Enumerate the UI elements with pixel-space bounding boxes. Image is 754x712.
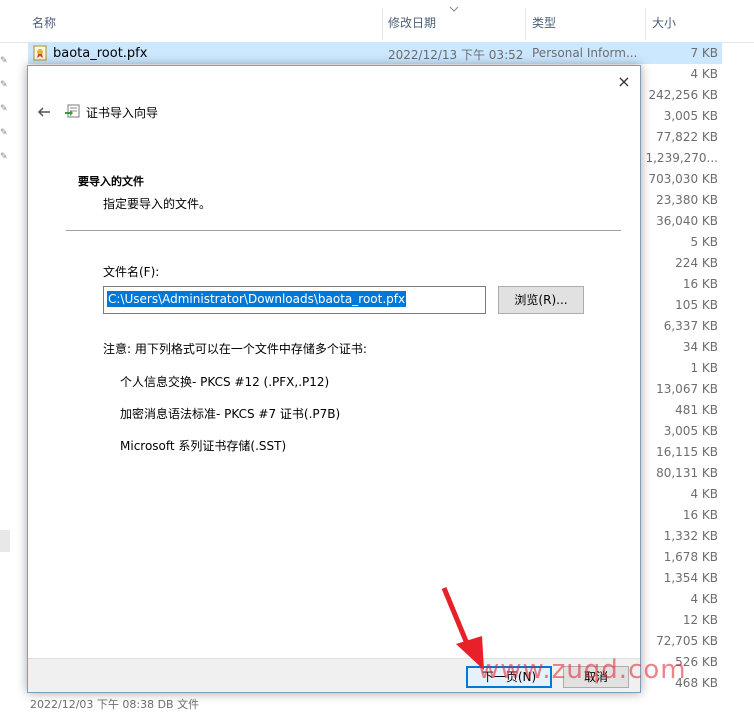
file-size-cell: 1,332 KB [663,529,718,543]
format-pkcs7: 加密消息语法标准- PKCS #7 证书(.P7B) [120,407,341,421]
column-size[interactable]: 大小 [652,14,676,31]
file-size-cell: 80,131 KB [656,466,718,480]
section-description: 指定要导入的文件。 [103,197,212,211]
file-size-cell: 5 KB [690,235,718,249]
pin-icon: ✎ [0,152,8,162]
file-size-cell: 16,115 KB [656,445,718,459]
watermark-text: www.zuqd.com [478,655,687,685]
file-size-cell: 13,067 KB [656,382,718,396]
column-modified[interactable]: 修改日期 [388,14,436,31]
file-size-cell: 703,030 KB [648,172,718,186]
file-size-cell: 23,380 KB [656,193,718,207]
pin-icon: ✎ [0,128,8,138]
formats-note: 注意: 用下列格式可以在一个文件中存储多个证书: [103,342,367,356]
file-size-cell: 1,354 KB [663,571,718,585]
certificate-file-icon [33,45,47,61]
file-size-column: 4 KB 242,256 KB 3,005 KB 77,822 KB 1,239,270… [645,64,718,694]
selected-file-name: baota_root.pfx [53,46,148,61]
format-pkcs12: 个人信息交换- PKCS #12 (.PFX,.P12) [120,375,330,389]
file-size-cell: 3,005 KB [663,109,718,123]
file-size-cell: 1 KB [690,361,718,375]
column-header: 名称 修改日期 类型 大小 [0,0,754,43]
header-divider [66,230,621,231]
close-icon[interactable]: × [614,72,634,92]
file-size-cell: 4 KB [690,487,718,501]
file-size-cell: 16 KB [682,508,718,522]
wizard-title: 证书导入向导 [86,106,159,120]
file-size-cell: 4 KB [690,592,718,606]
selected-file-type: Personal Inform... [532,46,638,60]
certificate-wizard-icon [65,104,80,118]
file-size-cell: 481 KB [675,403,718,417]
file-name-value: C:\Users\Administrator\Downloads\baota_r… [107,291,407,307]
file-name-label: 文件名(F): [103,265,160,279]
pin-icon: ✎ [0,56,8,66]
file-size-cell: 36,040 KB [656,214,718,228]
quick-access-pins: ✎ ✎ ✎ ✎ ✎ [0,56,12,176]
browse-button[interactable]: 浏览(R)... [498,286,584,314]
certificate-import-wizard-dialog: × 证书导入向导 要导入的文件 指定要导入的文件。 文件名(F): C:\Use… [27,65,641,693]
file-size-cell: 4 KB [690,67,718,81]
pin-icon: ✎ [0,104,8,114]
nav-pane-scroll-thumb[interactable] [0,530,10,552]
selected-file-modified: 2022/12/13 下午 03:52 [388,48,524,62]
file-size-cell: 6,337 KB [663,319,718,333]
bottom-partial-row: 2022/12/03 下午 08:38 DB 文件 [30,698,200,711]
file-size-cell: 16 KB [682,277,718,291]
selected-file-size: 7 KB [690,46,718,60]
format-sst: Microsoft 系列证书存储(.SST) [120,439,287,453]
column-name[interactable]: 名称 [32,14,56,31]
pin-icon: ✎ [0,80,8,90]
column-type[interactable]: 类型 [532,14,556,31]
file-size-cell: 224 KB [675,256,718,270]
file-name-input[interactable]: C:\Users\Administrator\Downloads\baota_r… [103,286,486,314]
file-size-cell: 77,822 KB [656,130,718,144]
file-size-cell: 34 KB [682,340,718,354]
file-size-cell: 105 KB [675,298,718,312]
section-title: 要导入的文件 [78,175,144,188]
file-size-cell: 1,239,270... [645,151,718,165]
file-size-cell: 1,678 KB [663,550,718,564]
file-size-cell: 72,705 KB [656,634,718,648]
file-size-cell: 3,005 KB [663,424,718,438]
file-size-cell: 12 KB [682,613,718,627]
sort-chevron-icon [449,6,459,12]
back-arrow-icon[interactable] [36,104,52,120]
file-size-cell: 242,256 KB [648,88,718,102]
